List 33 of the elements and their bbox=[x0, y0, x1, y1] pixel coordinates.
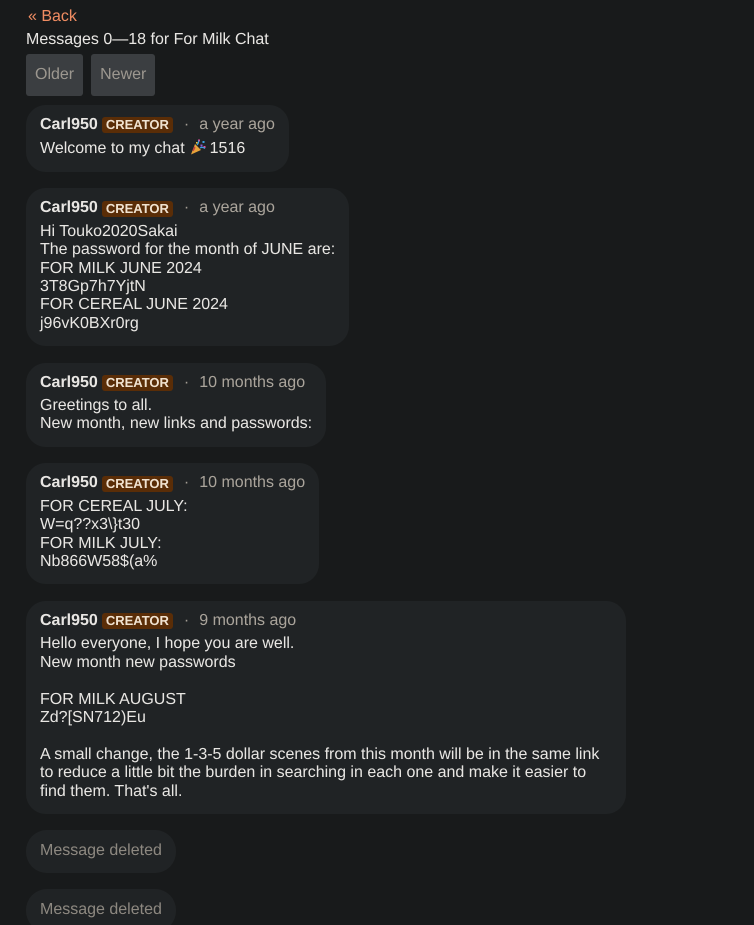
separator-dot: · bbox=[184, 474, 190, 493]
separator-dot: · bbox=[184, 116, 190, 134]
role-badge: CREATOR bbox=[102, 613, 173, 630]
author-name: Carl950 bbox=[40, 199, 98, 218]
back-link[interactable]: « Back bbox=[28, 8, 77, 26]
role-badge: CREATOR bbox=[102, 200, 173, 217]
role-badge: CREATOR bbox=[102, 117, 173, 134]
role-badge: CREATOR bbox=[102, 374, 173, 391]
newer-button[interactable]: Newer bbox=[91, 54, 156, 96]
timestamp: 10 months ago bbox=[199, 474, 306, 493]
party-popper-icon bbox=[190, 139, 206, 156]
author-name: Carl950 bbox=[40, 116, 98, 134]
role-badge: CREATOR bbox=[102, 476, 173, 492]
older-button[interactable]: Older bbox=[26, 54, 84, 96]
message-text: Welcome to my chat bbox=[40, 140, 185, 158]
timestamp: 9 months ago bbox=[199, 612, 296, 630]
timestamp: 10 months ago bbox=[199, 374, 306, 392]
author-name: Carl950 bbox=[40, 474, 98, 493]
message-text: Hello everyone, I hope you are well. New month new passwords FOR MILK AUGUST Zd?[SN712)Eu A small change, the 1-3-5 dollar scenes from this month will be in the same link to reduce a little bit the burden in searching in each one and make it easier to find them. That's all. bbox=[40, 635, 600, 800]
separator-dot: · bbox=[184, 199, 190, 218]
message-text: Hi Touko2020Sakai The password for the month of JUNE are: FOR MILK JUNE 2024 3T8Gp7h7YjtN FOR CEREAL JUNE 2024 j96vK0BXr0rg bbox=[40, 222, 336, 332]
message-text: 1516 bbox=[210, 140, 246, 158]
deleted-message: Message deleted bbox=[26, 830, 176, 873]
separator-dot: · bbox=[184, 612, 190, 630]
author-name: Carl950 bbox=[40, 612, 98, 630]
deleted-message: Message deleted bbox=[26, 889, 176, 925]
timestamp: a year ago bbox=[199, 199, 275, 218]
author-name: Carl950 bbox=[40, 374, 98, 392]
page-title: Messages 0—18 for For Milk Chat bbox=[26, 31, 269, 49]
separator-dot: · bbox=[184, 374, 190, 392]
message-text: FOR CEREAL JULY: W=q??x3\}t30 FOR MILK JULY: Nb866W58$(a% bbox=[40, 498, 188, 570]
message-text: Greetings to all. New month, new links and passwords: bbox=[40, 397, 312, 432]
timestamp: a year ago bbox=[199, 116, 275, 134]
